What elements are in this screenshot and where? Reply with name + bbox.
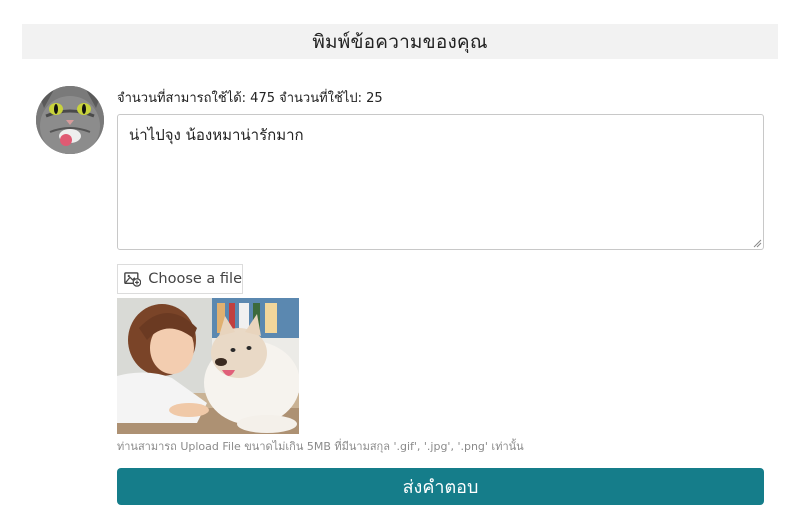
user-avatar — [36, 86, 104, 154]
choose-file-button[interactable]: Choose a file — [117, 264, 243, 294]
submit-button[interactable]: ส่งคำตอบ — [117, 468, 764, 505]
page-title: พิมพ์ข้อความของคุณ — [312, 30, 488, 53]
choose-file-label: Choose a file — [148, 271, 242, 287]
cat-avatar-icon — [36, 86, 104, 154]
character-counter: จำนวนที่สามารถใช้ได้: 475 จำนวนที่ใช้ไป:… — [117, 91, 383, 106]
upload-note: ท่านสามารถ Upload File ขนาดไม่เกิน 5MB ท… — [117, 440, 524, 453]
image-preview — [117, 298, 299, 434]
message-textarea[interactable]: น่าไปจุง น้องหมาน่ารักมาก — [117, 114, 764, 250]
girl-with-husky-photo-icon — [117, 298, 299, 434]
resize-handle-icon[interactable] — [752, 238, 762, 248]
image-add-icon — [124, 272, 142, 287]
header-bar: พิมพ์ข้อความของคุณ — [22, 24, 778, 59]
